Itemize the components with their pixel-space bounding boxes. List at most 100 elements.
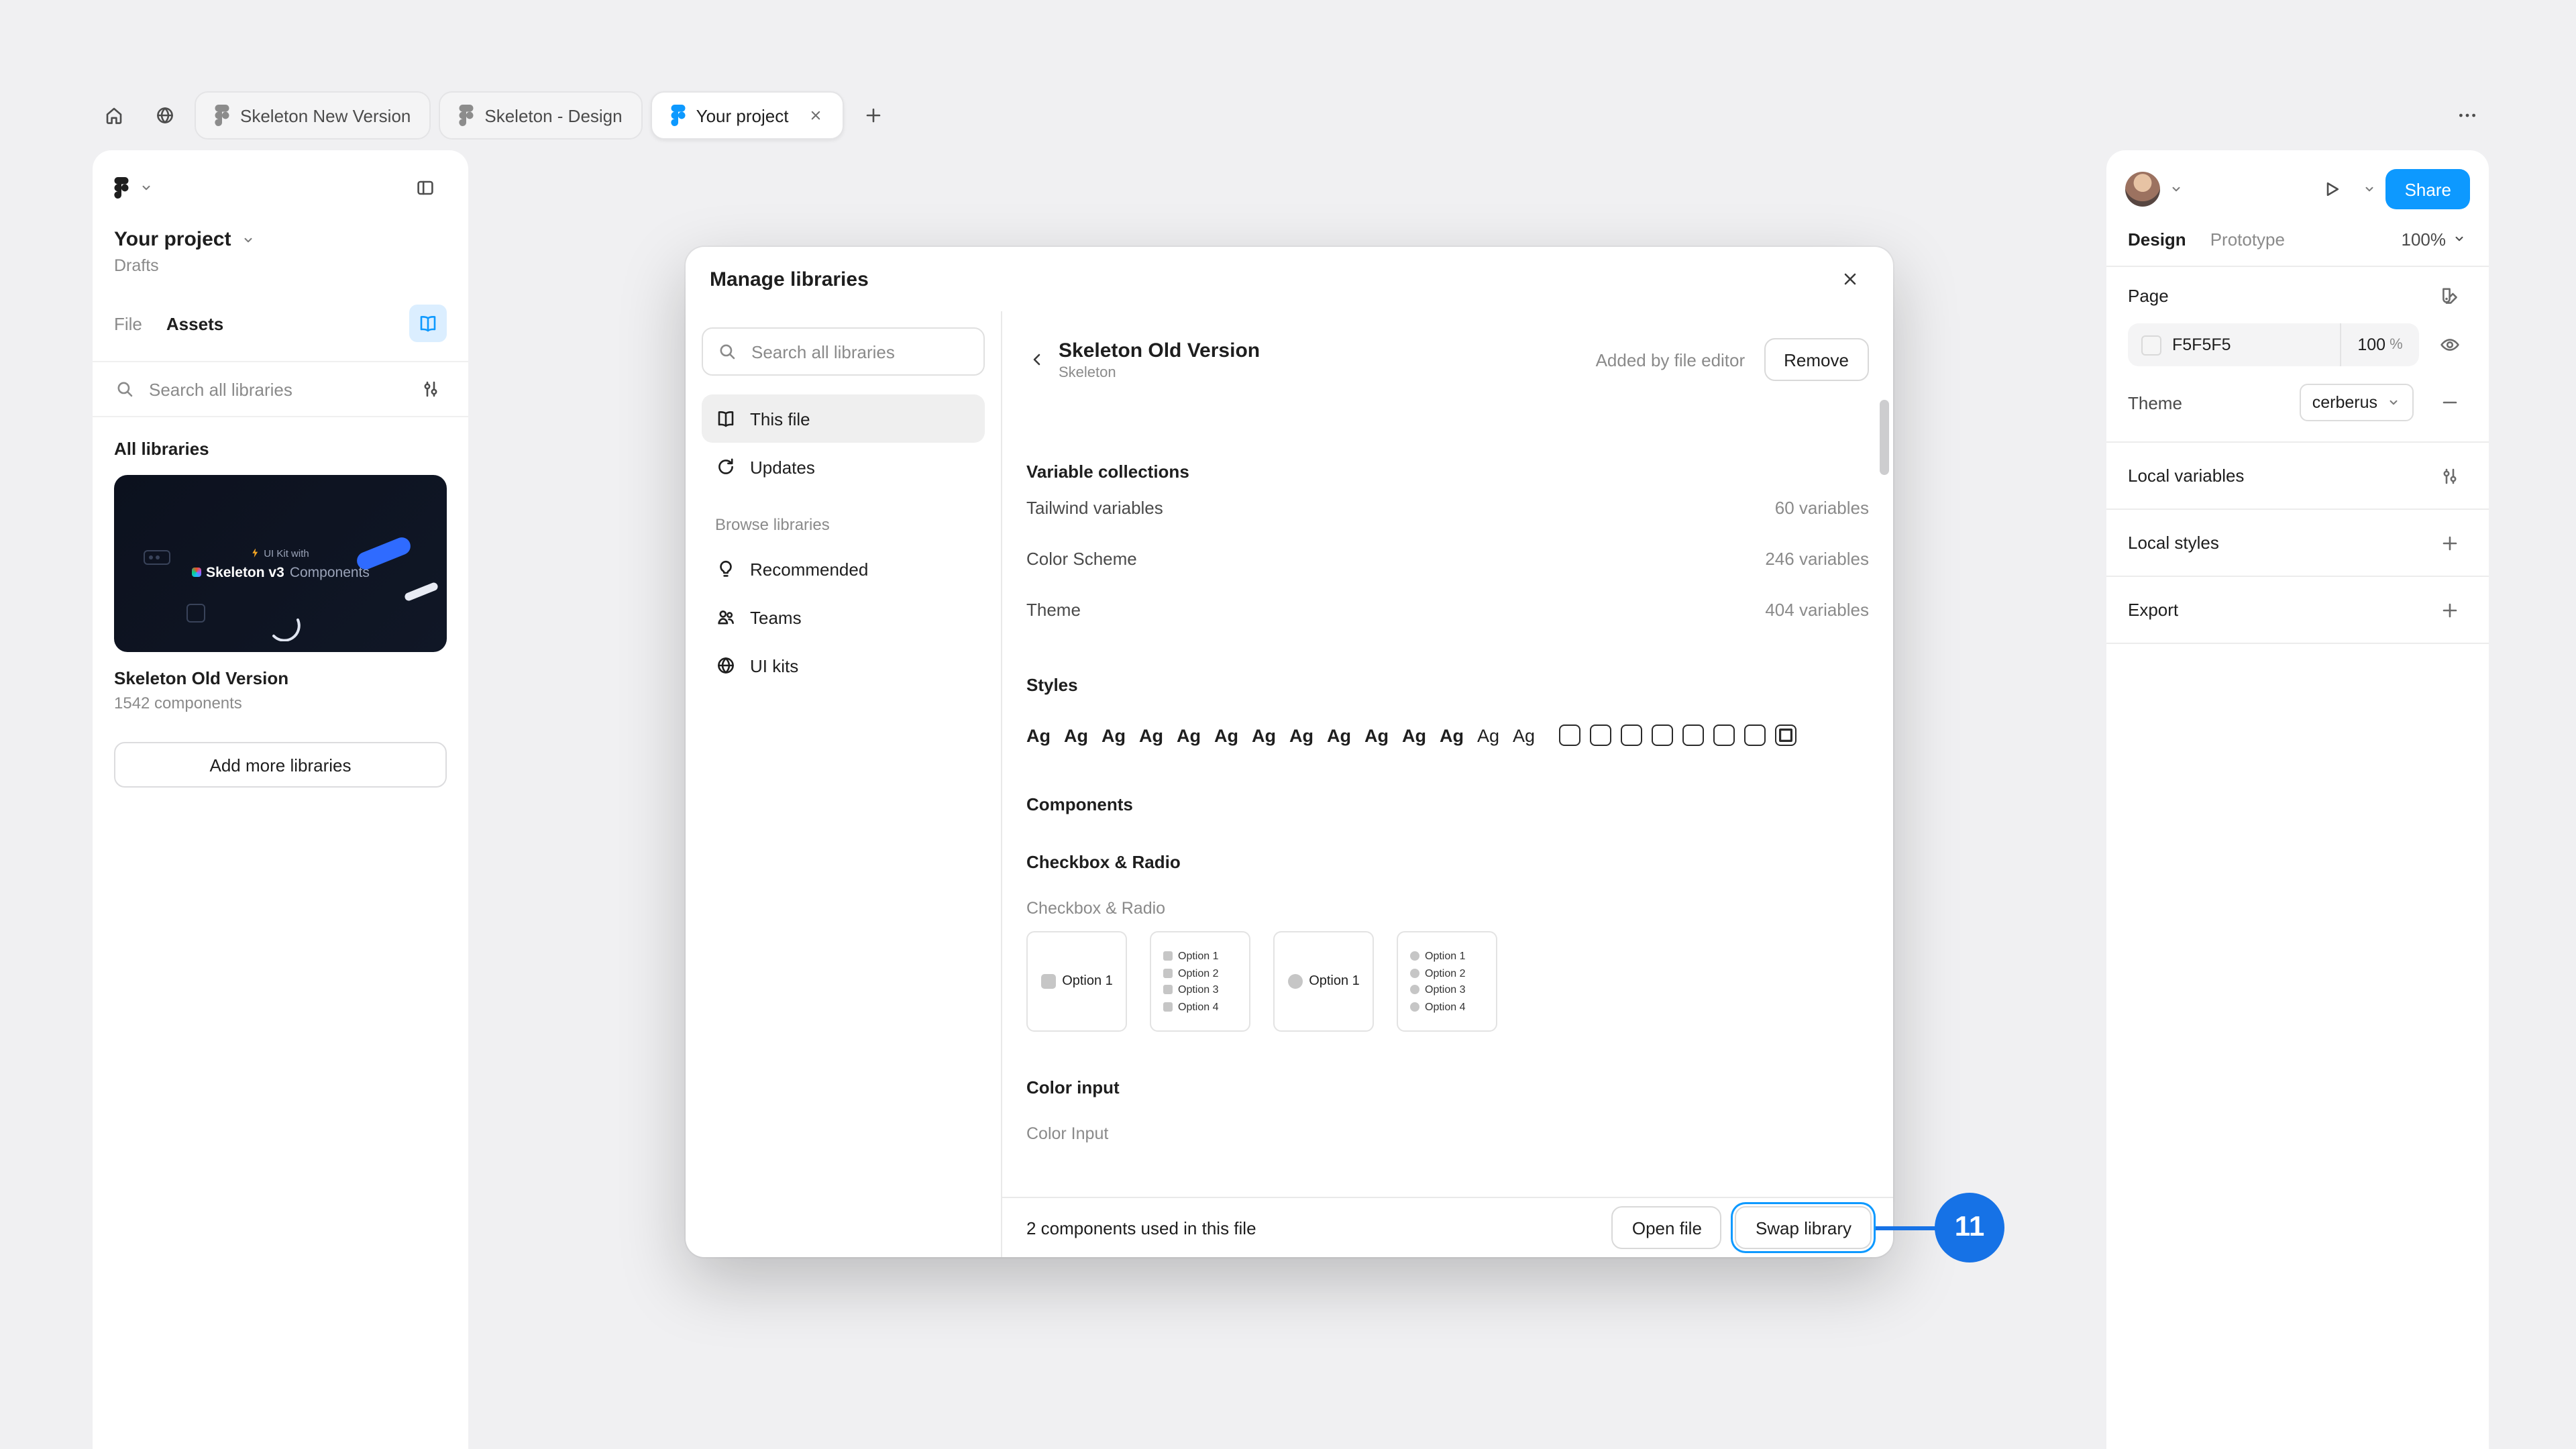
book-open-icon — [417, 313, 439, 334]
nav-ui-kits[interactable]: UI kits — [702, 641, 985, 690]
chevron-down-icon — [2451, 231, 2467, 247]
checkbox-group-component-preview: Option 1 Option 2 Option 3 Option 4 — [1150, 931, 1250, 1032]
local-styles-section[interactable]: Local styles — [2106, 508, 2489, 576]
search-icon — [716, 341, 738, 362]
share-button[interactable]: Share — [2386, 169, 2470, 209]
tab-label: Skeleton New Version — [240, 105, 411, 125]
visibility-button[interactable] — [2432, 327, 2467, 362]
modal-title: Manage libraries — [710, 268, 869, 290]
figma-file-icon — [215, 105, 229, 126]
paint-swatch-icon — [2439, 284, 2461, 306]
chevron-down-icon — [2385, 394, 2402, 411]
added-by-text: Added by file editor — [1596, 350, 1746, 370]
project-switcher[interactable]: Your project — [114, 228, 447, 251]
radio-group-component-preview: Option 1 Option 2 Option 3 Option 4 — [1397, 931, 1497, 1032]
color-input-subtitle: Color Input — [1026, 1124, 1869, 1143]
open-variables-button[interactable] — [2432, 458, 2467, 493]
deco-square — [186, 604, 205, 623]
page-opacity-field[interactable]: 100 % — [2341, 335, 2419, 354]
text-style-sample: Ag — [1214, 725, 1238, 745]
style-samples: Ag Ag Ag Ag Ag Ag Ag Ag Ag Ag Ag Ag Ag A… — [1026, 724, 1869, 746]
filter-button[interactable] — [415, 373, 447, 405]
modal-close-button[interactable] — [1831, 260, 1869, 298]
swap-library-button[interactable]: Swap library — [1735, 1206, 1872, 1249]
grid-style-sample — [1744, 724, 1766, 746]
chevron-down-icon[interactable] — [2362, 181, 2378, 197]
radio-icon — [1287, 974, 1302, 989]
skeleton-logo-icon — [191, 568, 201, 577]
back-button[interactable] — [1018, 341, 1056, 378]
deco-chip — [144, 550, 170, 565]
usage-text: 2 components used in this file — [1026, 1218, 1256, 1238]
page-color-field[interactable]: F5F5F5 — [2128, 335, 2340, 355]
tab-file[interactable]: File — [114, 313, 142, 333]
page-settings-button[interactable] — [2432, 278, 2467, 313]
radio-icon — [1410, 952, 1419, 961]
variable-collection-row: Color Scheme 246 variables — [1026, 533, 1869, 584]
radio-component-preview: Option 1 — [1273, 931, 1374, 1032]
right-panel: Share Design Prototype 100% Page F5F5F5 — [2106, 150, 2489, 1449]
chevron-left-icon — [1026, 349, 1048, 370]
library-title: Skeleton Old Version — [114, 668, 447, 688]
figma-main-menu[interactable] — [114, 177, 154, 199]
all-libraries-heading: All libraries — [114, 439, 447, 459]
plus-icon — [2439, 532, 2461, 553]
checkbox-component-preview: Option 1 — [1026, 931, 1127, 1032]
present-button[interactable] — [2311, 168, 2354, 211]
local-variables-section[interactable]: Local variables — [2106, 441, 2489, 508]
library-card[interactable]: UI Kit with Skeleton v3 Components Skele… — [114, 475, 447, 712]
text-style-sample: Ag — [1289, 725, 1313, 745]
component-group-title: Checkbox & Radio — [1026, 852, 1869, 872]
project-title: Your project — [114, 228, 231, 251]
chevron-down-icon — [138, 180, 154, 196]
adjust-sliders-icon — [2439, 465, 2461, 486]
home-button[interactable] — [93, 94, 136, 137]
new-tab-button[interactable] — [851, 94, 894, 137]
community-button[interactable] — [144, 94, 186, 137]
percent-sign: % — [2390, 337, 2403, 353]
tab-assets[interactable]: Assets — [166, 313, 223, 333]
open-file-button[interactable]: Open file — [1612, 1206, 1722, 1249]
avatar[interactable] — [2125, 172, 2160, 207]
window-more-button[interactable] — [2446, 94, 2489, 137]
tab-design[interactable]: Design — [2128, 229, 2186, 249]
project-location: Drafts — [114, 256, 447, 275]
deco-arc — [270, 612, 305, 641]
annotation-connector-line — [1876, 1226, 1940, 1230]
add-export-button[interactable] — [2432, 592, 2467, 627]
nav-teams[interactable]: Teams — [702, 593, 985, 641]
browse-libraries-heading: Browse libraries — [702, 515, 985, 534]
remove-theme-button[interactable] — [2432, 385, 2467, 420]
page-section-label: Page — [2128, 285, 2169, 305]
chevron-down-icon — [240, 231, 256, 248]
nav-updates[interactable]: Updates — [702, 443, 985, 491]
add-style-button[interactable] — [2432, 525, 2467, 560]
color-swatch[interactable] — [2141, 335, 2161, 355]
modal-search-input[interactable] — [749, 340, 970, 363]
modal-scrollbar[interactable] — [1880, 400, 1889, 475]
tab-skeleton-new-version[interactable]: Skeleton New Version — [195, 91, 431, 140]
nav-recommended[interactable]: Recommended — [702, 545, 985, 593]
add-more-libraries-button[interactable]: Add more libraries — [114, 742, 447, 788]
remove-button[interactable]: Remove — [1764, 338, 1869, 381]
chevron-down-icon[interactable] — [2168, 181, 2184, 197]
text-style-sample: Ag — [1327, 725, 1351, 745]
theme-value: cerberus — [2312, 393, 2377, 412]
export-section[interactable]: Export — [2106, 576, 2489, 644]
library-detail-panel: Skeleton Old Version Skeleton Added by f… — [1002, 311, 1893, 1257]
tab-prototype[interactable]: Prototype — [2210, 229, 2285, 249]
theme-select[interactable]: cerberus — [2300, 384, 2414, 421]
tab-close-button[interactable] — [807, 107, 823, 123]
nav-this-file[interactable]: This file — [702, 394, 985, 443]
tab-your-project[interactable]: Your project — [651, 91, 844, 140]
tab-skeleton-design[interactable]: Skeleton - Design — [439, 91, 642, 140]
text-style-sample: Ag — [1402, 725, 1426, 745]
modal-search — [702, 327, 985, 376]
theme-label: Theme — [2128, 392, 2182, 413]
zoom-menu[interactable]: 100% — [2402, 229, 2468, 249]
panel-icon — [415, 177, 436, 199]
libraries-button[interactable] — [409, 305, 447, 342]
toggle-sidebar-button[interactable] — [404, 166, 447, 209]
component-group-subtitle: Checkbox & Radio — [1026, 899, 1869, 918]
sidebar-search-input[interactable] — [146, 378, 404, 400]
